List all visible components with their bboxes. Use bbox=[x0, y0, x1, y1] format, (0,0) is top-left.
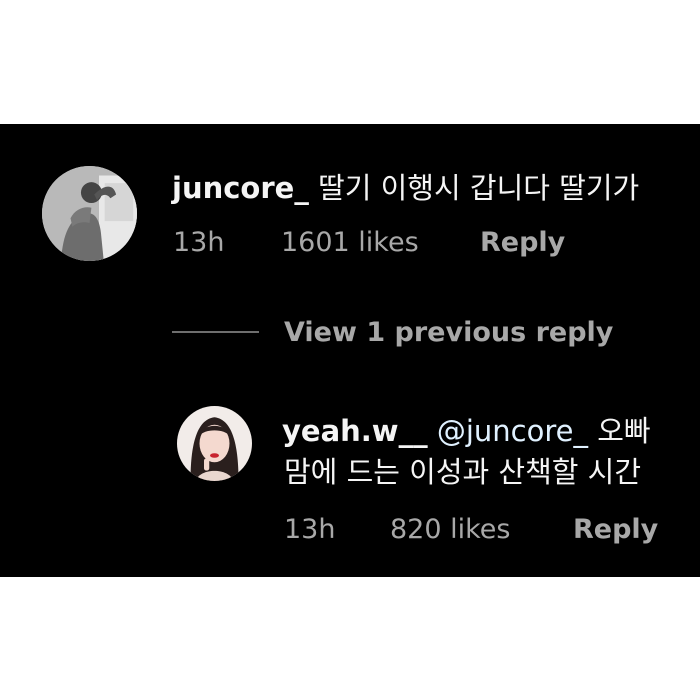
reply-text-line-1: yeah.w__ @juncore_ 오빠 bbox=[282, 413, 651, 449]
reply-text-part: 오빠 bbox=[597, 414, 651, 448]
reply-username[interactable]: yeah.w__ bbox=[282, 414, 428, 448]
comment-likes[interactable]: 1601 likes bbox=[281, 226, 419, 260]
view-previous-replies[interactable]: View 1 previous reply bbox=[172, 316, 632, 352]
profile-avatar[interactable] bbox=[42, 166, 137, 261]
profile-photo-icon bbox=[177, 406, 252, 481]
reply-mention[interactable]: @juncore_ bbox=[437, 414, 588, 448]
reply-time: 13h bbox=[284, 514, 336, 545]
reply-button[interactable]: Reply bbox=[573, 513, 658, 547]
reply-likes[interactable]: 820 likes bbox=[390, 513, 510, 547]
reply-text-continued: 맘에 드는 이성과 산책할 시간 bbox=[284, 455, 642, 489]
comment-username[interactable]: juncore_ bbox=[172, 171, 309, 205]
thread-divider bbox=[172, 331, 259, 333]
view-previous-label[interactable]: View 1 previous reply bbox=[284, 316, 613, 350]
reply-meta: 13h 820 likes Reply bbox=[284, 513, 700, 547]
comment-meta: 13h 1601 likes Reply bbox=[173, 226, 633, 260]
profile-photo-icon bbox=[42, 166, 137, 261]
comment-text-line: juncore_ 딸기 이행시 갑니다 딸기가 bbox=[172, 170, 639, 206]
comments-panel: juncore_ 딸기 이행시 갑니다 딸기가 13h 1601 likes R… bbox=[0, 124, 700, 577]
comment-text: 딸기 이행시 갑니다 딸기가 bbox=[318, 171, 640, 205]
reply-button[interactable]: Reply bbox=[480, 226, 565, 260]
reply-avatar[interactable] bbox=[177, 406, 252, 481]
reply-text-line-2: 맘에 드는 이성과 산책할 시간 bbox=[284, 454, 641, 490]
comment-time: 13h bbox=[173, 227, 225, 258]
